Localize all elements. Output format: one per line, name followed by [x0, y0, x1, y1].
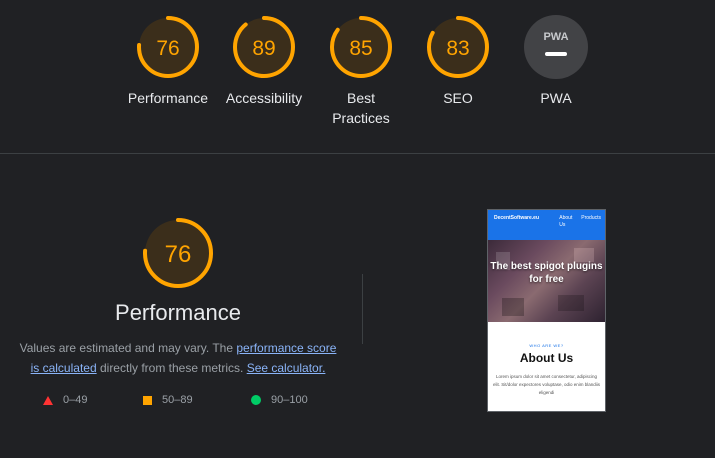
gauge-accessibility-ring: 89 — [233, 16, 295, 78]
gauge-score: 85 — [349, 37, 372, 60]
thumbnail-kicker: WHO ARE WE? — [529, 343, 564, 348]
gauge-label: SEO — [443, 90, 473, 106]
gauge-seo-ring: 83 — [427, 16, 489, 78]
gauge-performance-ring: 76 — [137, 16, 199, 78]
legend-average: 50–89 — [143, 394, 193, 406]
gauge-score: 89 — [252, 37, 275, 60]
circle-icon — [251, 395, 261, 405]
vertical-divider — [362, 274, 363, 344]
thumbnail-hero-image: The best spigot plugins for free — [488, 240, 605, 322]
gauge-best-practices[interactable]: 85 Best Practices — [313, 14, 409, 128]
legend-range: 0–49 — [63, 394, 88, 406]
score-legend: 0–49 50–89 90–100 — [40, 394, 340, 414]
thumbnail-body: WHO ARE WE? About Us Lorem ipsum dolor s… — [488, 322, 605, 397]
triangle-icon — [43, 395, 53, 405]
square-icon — [143, 395, 152, 405]
final-screenshot-thumbnail[interactable]: DecentSoftware.eu About Us Products The … — [487, 209, 606, 412]
thumbnail-navbar: DecentSoftware.eu About Us Products — [488, 210, 605, 240]
gauge-label: PWA — [540, 90, 572, 106]
desc-text-1: Values are estimated and may vary. The — [19, 341, 237, 355]
performance-large-gauge: 76 — [143, 218, 213, 288]
gauge-label: Accessibility — [225, 90, 303, 106]
thumbnail-nav-about: About Us — [559, 215, 573, 228]
legend-fail: 0–49 — [43, 394, 87, 406]
category-gauges: 76 Performance 89 Accessibility 85 Best … — [0, 14, 715, 144]
performance-description: Values are estimated and may vary. The p… — [18, 338, 338, 378]
thumbnail-nav-links: About Us Products — [559, 215, 601, 229]
pwa-badge-text: PWA — [543, 31, 568, 43]
legend-range: 90–100 — [271, 394, 308, 406]
gauge-accessibility[interactable]: 89 Accessibility — [216, 14, 312, 108]
thumbnail-hero-heading: The best spigot plugins for free — [490, 261, 603, 285]
gauge-score: 76 — [156, 37, 179, 60]
thumbnail-brand: DecentSoftware.eu — [494, 215, 540, 221]
gauge-score: 83 — [446, 37, 469, 60]
thumbnail-lorem: Lorem ipsum dolor sit amet consectetur, … — [492, 374, 601, 395]
gauge-seo[interactable]: 83 SEO — [410, 14, 506, 108]
legend-range: 50–89 — [162, 394, 193, 406]
performance-detail: 76 Performance Values are estimated and … — [0, 154, 715, 458]
thumbnail-nav-products: Products — [581, 215, 601, 221]
pwa-badge-icon: PWA — [524, 15, 588, 79]
gauge-label: Best Practices — [332, 90, 390, 126]
see-calculator-link[interactable]: See calculator. — [247, 361, 326, 375]
desc-text-2: directly from these metrics. — [96, 361, 247, 375]
gauge-best-practices-ring: 85 — [330, 16, 392, 78]
thumbnail-about-title: About Us — [519, 351, 574, 365]
performance-large-score: 76 — [165, 241, 192, 268]
performance-title: Performance — [115, 300, 241, 325]
gauge-performance[interactable]: 76 Performance — [120, 14, 216, 108]
legend-pass: 90–100 — [251, 394, 308, 406]
gauge-pwa[interactable]: PWA PWA — [508, 14, 604, 108]
gauge-label: Performance — [127, 90, 209, 106]
